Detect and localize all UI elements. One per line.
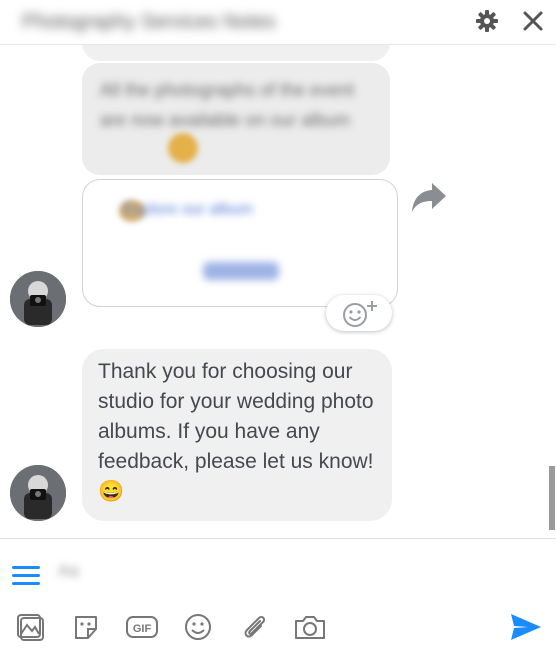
- message-thread[interactable]: All the photographs of the event are now…: [0, 45, 556, 537]
- gear-icon[interactable]: [472, 6, 502, 36]
- svg-text:GIF: GIF: [133, 623, 152, 635]
- message-bubble[interactable]: Thank you for choosing our studio for yo…: [82, 349, 392, 521]
- card-link-text[interactable]: Explore our album: [123, 198, 363, 222]
- scrollbar[interactable]: [549, 466, 555, 530]
- link-card[interactable]: Explore our album: [82, 179, 398, 307]
- laughing-emoji-icon: 😄: [98, 480, 125, 503]
- message-text: Thank you for choosing our studio for yo…: [98, 360, 374, 473]
- add-reaction-button[interactable]: [326, 295, 392, 331]
- emoji-icon: [168, 133, 198, 163]
- menu-icon[interactable]: [12, 565, 40, 587]
- chat-header: Photography Services Notes: [0, 0, 556, 45]
- conversation-title[interactable]: Photography Services Notes: [22, 8, 322, 36]
- avatar[interactable]: [10, 271, 66, 327]
- emoji-icon[interactable]: [180, 609, 216, 645]
- attachment-icon[interactable]: [236, 609, 272, 645]
- send-icon[interactable]: [508, 611, 544, 643]
- avatar[interactable]: [10, 465, 66, 521]
- add-reaction-icon: [343, 301, 377, 327]
- previous-message-bubble: [82, 45, 390, 61]
- share-icon[interactable]: [410, 179, 448, 215]
- gif-icon[interactable]: GIF: [124, 609, 160, 645]
- camera-icon[interactable]: [292, 609, 328, 645]
- message-input[interactable]: Aa: [58, 561, 79, 581]
- message-composer: Aa GIF: [0, 538, 556, 662]
- blurred-message-text: All the photographs of the event are now…: [100, 80, 355, 130]
- card-button[interactable]: [203, 262, 279, 280]
- close-icon[interactable]: [518, 6, 548, 36]
- image-icon[interactable]: [12, 609, 48, 645]
- sticker-icon[interactable]: [68, 609, 104, 645]
